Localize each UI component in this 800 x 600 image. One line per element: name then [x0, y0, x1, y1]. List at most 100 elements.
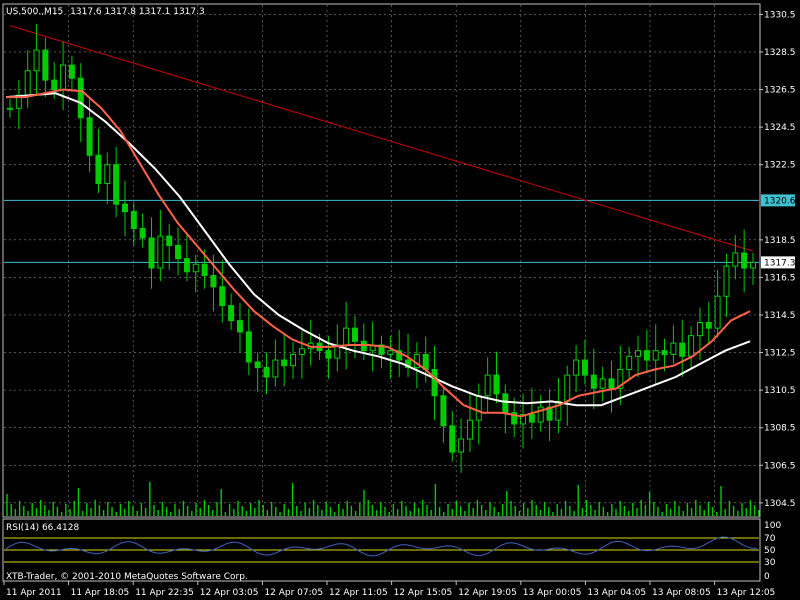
candle-body [121, 203, 128, 213]
candle-body [157, 235, 164, 269]
candle-body [77, 77, 84, 119]
y-tick-label: 1306.5 [764, 461, 796, 471]
candle-body [325, 350, 332, 359]
x-tick-label: 13 Apr 00:05 [523, 588, 582, 598]
candle-body [475, 395, 482, 421]
candle-body [130, 211, 137, 230]
copyright-text: XTB-Trader, © 2001-2010 MetaQuotes Softw… [6, 572, 248, 582]
candle-body [68, 64, 75, 79]
candle-body [272, 359, 279, 378]
x-tick-label: 13 Apr 12:05 [717, 588, 776, 598]
y-tick-label: 1318.5 [764, 236, 796, 246]
candle-body [679, 342, 686, 357]
candle-body [148, 237, 155, 269]
candle-body [60, 64, 67, 91]
candle-body [175, 244, 182, 260]
candle-body [741, 252, 748, 269]
candle-body [86, 117, 93, 156]
candle-body [298, 348, 305, 355]
rsi-tick-70: 70 [764, 534, 776, 544]
rsi-tick-30: 30 [764, 558, 776, 568]
candle-body [590, 374, 597, 389]
resistance-price-tag: 1320.6 [761, 194, 796, 207]
candle-body [564, 374, 571, 402]
y-tick-label: 1330.5 [764, 10, 796, 20]
candle-body [458, 438, 465, 453]
candle-body [104, 164, 111, 184]
x-tick-label: 12 Apr 15:05 [394, 588, 453, 598]
candle-body [42, 49, 49, 81]
candle-body [661, 350, 668, 355]
rsi-tick-100: 100 [764, 521, 781, 531]
candle-body [219, 286, 226, 307]
svg-text:1317.3: 1317.3 [764, 258, 796, 268]
y-tick-label: 1304.5 [764, 499, 796, 509]
x-tick-label: 12 Apr 07:05 [264, 588, 323, 598]
candle-body [652, 350, 659, 361]
candle-body [431, 368, 438, 397]
x-tick-label: 13 Apr 04:05 [587, 588, 646, 598]
candle-body [210, 275, 217, 288]
y-tick-label: 1312.5 [764, 349, 796, 359]
candle-body [466, 419, 473, 440]
candle-body [670, 342, 677, 355]
candle-body [608, 378, 615, 389]
candle-body [493, 374, 500, 395]
candle-body [183, 258, 190, 273]
x-tick-label: 12 Apr 11:05 [329, 588, 388, 598]
candle-body [24, 70, 31, 96]
candle-body [723, 265, 730, 297]
candle-body [263, 367, 270, 378]
candle-body [95, 154, 102, 184]
candle-body [440, 395, 447, 427]
candle-body [732, 252, 739, 267]
candle-body [33, 49, 40, 72]
x-tick-label: 12 Apr 19:05 [458, 588, 517, 598]
candle-body [51, 79, 58, 91]
candle-body [643, 350, 650, 361]
candle-body [449, 425, 456, 453]
candle-body [599, 378, 606, 389]
candle-body [254, 361, 261, 369]
candle-body [281, 359, 288, 367]
rsi-tick-50: 50 [764, 546, 776, 556]
symbol-ohlc-header: US.500.,M15 1317.6 1317.8 1317.1 1317.3 [6, 7, 205, 17]
candle-body [528, 414, 535, 423]
y-tick-label: 1308.5 [764, 424, 796, 434]
price-chart[interactable]: 1330.5 1328.5 1326.5 1324.5 1322.5 1318.5 1316… [0, 0, 800, 600]
svg-text:1320.6: 1320.6 [764, 196, 796, 206]
x-tick-label: 11 Apr 22:35 [135, 588, 194, 598]
candle-body [113, 164, 120, 205]
candle-body [581, 359, 588, 376]
current-price-tag: 1317.3 [761, 256, 796, 269]
y-tick-label: 1316.5 [764, 273, 796, 283]
candle-body [245, 331, 252, 363]
candle-body [236, 320, 243, 333]
candle-body [387, 350, 394, 355]
candle-body [351, 327, 358, 342]
x-tick-label: 13 Apr 08:05 [652, 588, 711, 598]
candle-body [714, 295, 721, 329]
candle-body [688, 335, 695, 357]
candle-body [696, 321, 703, 337]
symbol-label: US.500.,M15 [6, 7, 63, 17]
rsi-tick-0: 0 [764, 572, 770, 582]
candle-body [484, 374, 491, 397]
candle-body [139, 228, 146, 239]
candle-body [343, 327, 350, 346]
candle-body [201, 263, 208, 277]
x-tick-label: 11 Apr 18:05 [71, 588, 130, 598]
candle-body [228, 305, 235, 322]
ohlc-values: 1317.6 1317.8 1317.1 1317.3 [70, 7, 205, 17]
x-tick-label: 12 Apr 03:05 [200, 588, 259, 598]
candle-body [705, 321, 712, 329]
x-tick-label: 11 Apr 2011 [6, 588, 62, 598]
candle-body [290, 353, 297, 367]
y-tick-label: 1324.5 [764, 123, 796, 133]
candle-body [7, 107, 13, 110]
y-tick-label: 1326.5 [764, 86, 796, 96]
candle-body [192, 263, 199, 273]
candle-body [573, 359, 580, 376]
candle-body [166, 235, 173, 246]
candle-body [750, 261, 756, 269]
